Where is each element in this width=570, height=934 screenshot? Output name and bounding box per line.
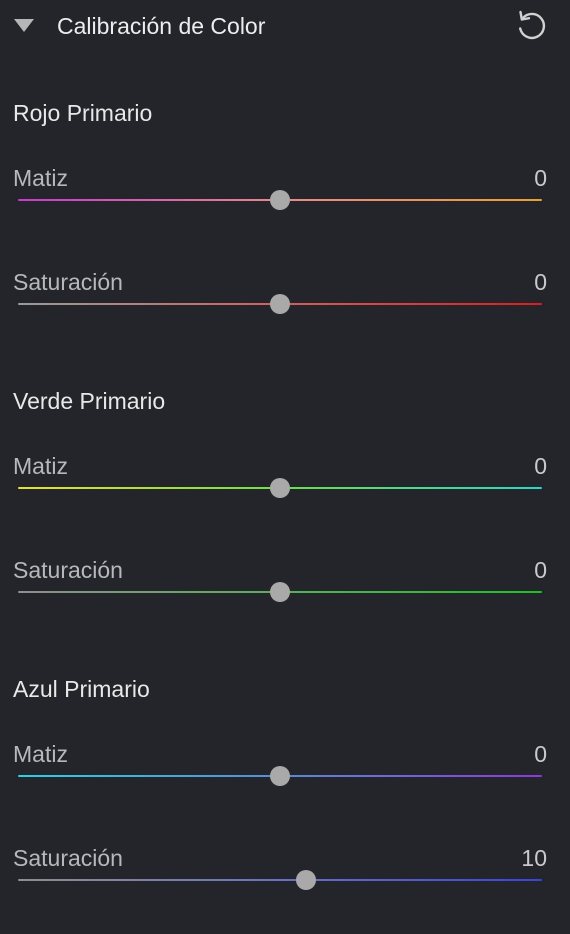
slider-label: Saturación (13, 845, 123, 871)
slider-value[interactable]: 0 (534, 739, 547, 769)
slider-thumb[interactable] (270, 190, 290, 210)
slider-thumb[interactable] (296, 870, 317, 890)
slider-label: Matiz (13, 741, 68, 767)
slider-value[interactable]: 0 (534, 267, 547, 297)
slider-row-blue-hue: Matiz 0 (0, 739, 570, 819)
slider-label: Matiz (13, 165, 68, 191)
group-title-red-primary: Rojo Primario (13, 100, 153, 126)
color-calibration-panel: Calibración de Color Rojo Primario Matiz… (0, 0, 570, 934)
slider-thumb[interactable] (270, 766, 290, 786)
reset-icon[interactable] (514, 9, 550, 43)
slider-label: Saturación (13, 269, 123, 295)
saturation-slider-track[interactable] (18, 879, 542, 881)
slider-row-green-hue: Matiz 0 (0, 451, 570, 531)
slider-value[interactable]: 10 (521, 843, 547, 873)
slider-row-red-hue: Matiz 0 (0, 163, 570, 243)
group-title-blue-primary: Azul Primario (13, 676, 150, 702)
slider-value[interactable]: 0 (534, 451, 547, 481)
slider-label: Matiz (13, 453, 68, 479)
panel-title: Calibración de Color (57, 13, 266, 39)
panel-header: Calibración de Color (0, 0, 570, 52)
slider-value[interactable]: 0 (534, 555, 547, 585)
slider-thumb[interactable] (270, 478, 290, 498)
slider-thumb[interactable] (270, 294, 290, 314)
slider-row-blue-saturation: Saturación 10 (0, 843, 570, 923)
slider-thumb[interactable] (270, 582, 290, 602)
slider-value[interactable]: 0 (534, 163, 547, 193)
slider-row-red-saturation: Saturación 0 (0, 267, 570, 347)
slider-label: Saturación (13, 557, 123, 583)
triangle-down-icon[interactable] (13, 18, 35, 34)
slider-row-green-saturation: Saturación 0 (0, 555, 570, 635)
group-title-green-primary: Verde Primario (13, 388, 166, 414)
